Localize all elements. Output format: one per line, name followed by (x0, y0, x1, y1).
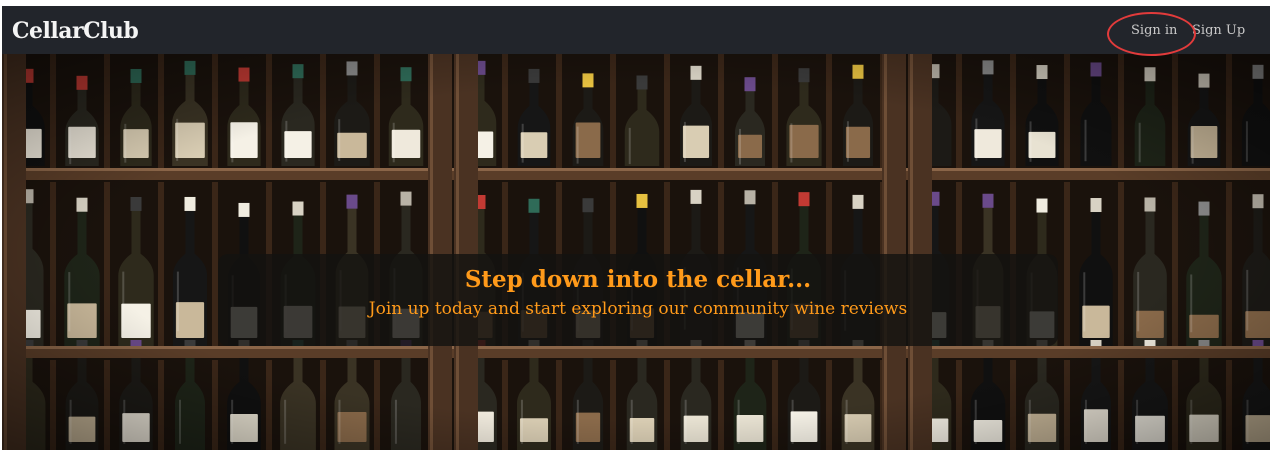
sign-in-link[interactable]: Sign in (1131, 23, 1177, 38)
brand-logo[interactable]: CellarClub (12, 18, 139, 44)
wine-rack-illustration (2, 54, 1270, 450)
sign-up-link[interactable]: Sign Up (1192, 23, 1245, 38)
hero-banner: Step down into the cellar... Join up tod… (218, 254, 1058, 346)
hero-cellar-image: Step down into the cellar... Join up tod… (2, 54, 1270, 450)
top-navbar: CellarClub Sign in Sign Up (2, 6, 1270, 54)
hero-subtitle: Join up today and start exploring our co… (368, 299, 908, 319)
app-frame: CellarClub Sign in Sign Up Step down int… (2, 6, 1270, 450)
hero-title: Step down into the cellar... (464, 266, 812, 293)
